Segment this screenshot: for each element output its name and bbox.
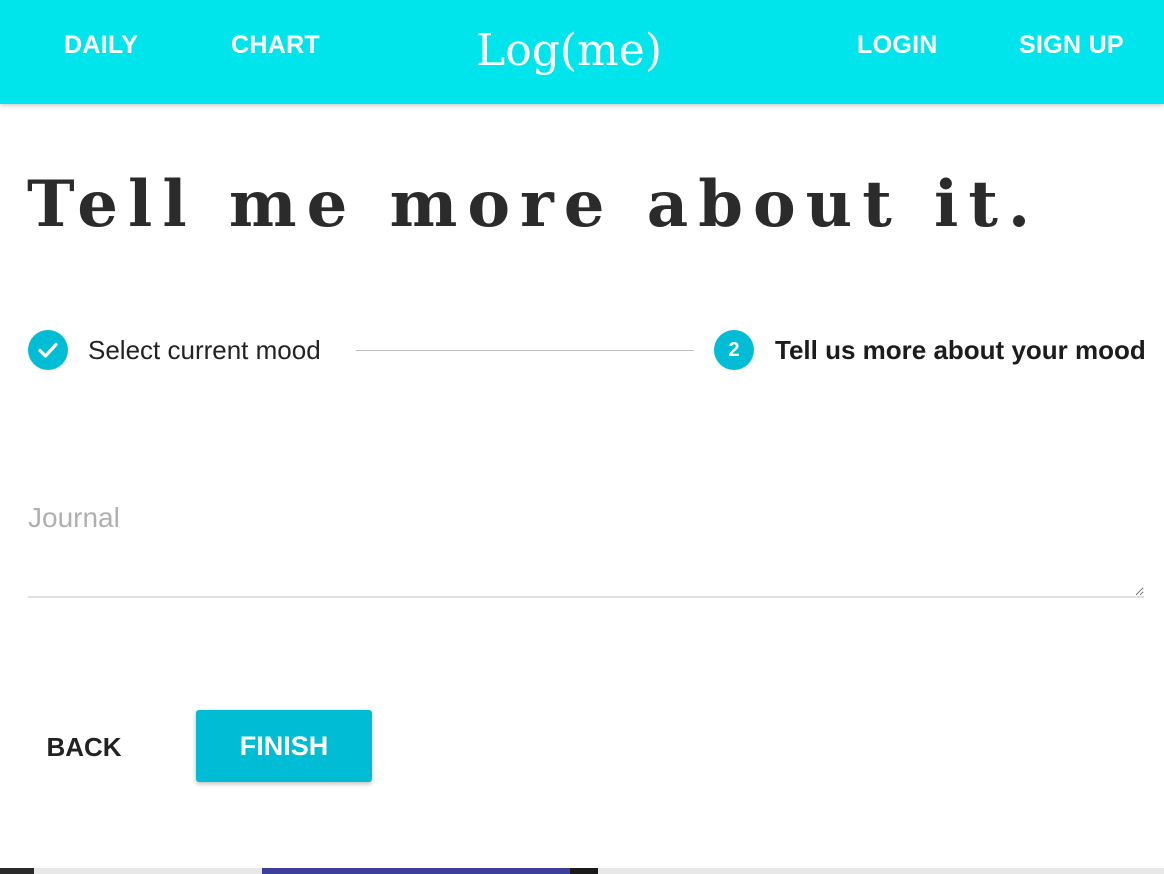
top-navbar: DAILY CHART Log(me) LOGIN SIGN UP <box>0 0 1164 104</box>
check-icon <box>38 342 58 358</box>
strip-segment <box>0 868 34 874</box>
strip-segment <box>570 868 598 874</box>
nav-link-signup[interactable]: SIGN UP <box>1019 30 1124 60</box>
finish-button[interactable]: FINISH <box>196 710 372 782</box>
nav-link-login[interactable]: LOGIN <box>857 30 938 60</box>
strip-segment <box>262 868 570 874</box>
journal-field <box>28 496 1144 598</box>
bottom-edge-strip <box>0 868 1164 874</box>
stepper: Select current mood 2 Tell us more about… <box>28 328 1158 372</box>
step-number-indicator: 2 <box>714 330 754 370</box>
back-button[interactable]: BACK <box>28 712 140 782</box>
step-completed-indicator <box>28 330 68 370</box>
page-title: Tell me more about it. <box>27 167 1041 242</box>
step-label-select-mood: Select current mood <box>88 335 321 365</box>
step-connector <box>356 350 694 351</box>
journal-input[interactable] <box>28 496 1144 596</box>
brand-logo[interactable]: Log(me) <box>0 22 1164 80</box>
journal-underline <box>28 596 1144 598</box>
step-label-tell-more: Tell us more about your mood <box>775 335 1146 365</box>
